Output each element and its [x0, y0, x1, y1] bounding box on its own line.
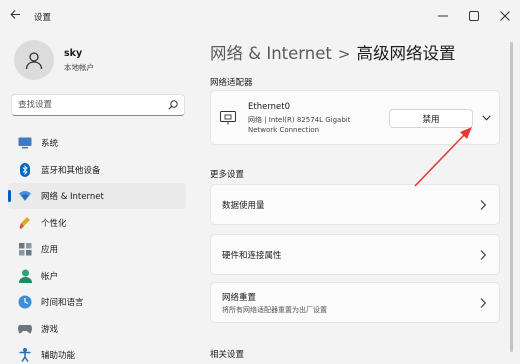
chevron-right-icon	[480, 200, 487, 210]
search-icon	[168, 100, 178, 110]
gaming-icon	[18, 322, 32, 336]
disable-button[interactable]: 禁用	[389, 109, 473, 128]
sidebar-item-bluetooth[interactable]: 蓝牙和其他设备	[8, 157, 186, 183]
window-controls	[427, 0, 520, 32]
maximize-button[interactable]	[458, 0, 489, 32]
breadcrumb-parent[interactable]: 网络 & Internet	[210, 44, 332, 63]
sidebar-item-system[interactable]: 系统	[8, 130, 186, 156]
account-type: 本地帐户	[64, 62, 94, 72]
sidebar-item-apps[interactable]: 应用	[8, 236, 186, 262]
sidebar-item-network[interactable]: 网络 & Internet	[8, 183, 186, 209]
sidebar-item-label: 游戏	[41, 324, 59, 335]
chevron-right-icon	[480, 250, 487, 260]
sidebar-item-label: 时间和语言	[41, 298, 84, 308]
bluetooth-icon	[18, 162, 32, 177]
sidebar-item-gaming[interactable]: 游戏	[8, 316, 186, 342]
sidebar-item-label: 蓝牙和其他设备	[41, 165, 101, 176]
nav-list: 系统 蓝牙和其他设备 网络 & Internet 个性化 应用 帐户 时间和语言…	[8, 130, 186, 364]
avatar	[14, 40, 54, 80]
adapter-name: Ethernet0	[248, 102, 291, 112]
adapter-description: 网络 | Intel(R) 82574L Gigabit Network Con…	[248, 116, 351, 134]
row-label: 硬件和连接属性	[222, 251, 282, 261]
minimize-icon	[437, 15, 448, 17]
row-label: 网络重置	[222, 293, 257, 303]
sidebar-item-label: 辅助功能	[41, 351, 76, 361]
user-icon	[25, 52, 43, 70]
sidebar-item-label: 应用	[41, 245, 59, 255]
expand-button[interactable]	[477, 109, 495, 127]
breadcrumb: 网络 & Internet > 高级网络设置	[210, 40, 455, 64]
sidebar-item-label: 个性化	[41, 218, 67, 229]
close-button[interactable]	[489, 0, 520, 32]
section-title-related: 相关设置	[210, 350, 245, 360]
sidebar-item-accessibility[interactable]: 辅助功能	[8, 342, 186, 364]
sidebar-item-time-language[interactable]: 时间和语言	[8, 289, 186, 315]
accounts-icon	[18, 269, 32, 283]
personalization-icon	[18, 216, 32, 230]
section-title-more-settings: 更多设置	[210, 170, 245, 180]
chevron-right-icon	[480, 298, 487, 308]
search-box[interactable]	[11, 94, 185, 116]
sidebar-item-label: 网络 & Internet	[41, 192, 104, 202]
system-icon	[18, 136, 32, 150]
main-content: 网络 & Internet > 高级网络设置 网络适配器 Ethernet0 网络 …	[197, 32, 520, 364]
ethernet-icon	[220, 111, 236, 125]
network-reset-row[interactable]: 网络重置 将所有网络适配器重置为出厂设置	[210, 282, 500, 323]
section-title-adapters: 网络适配器	[210, 78, 253, 88]
scrollbar[interactable]	[510, 42, 513, 352]
chevron-down-icon	[481, 115, 491, 121]
breadcrumb-separator: >	[337, 45, 351, 63]
minimize-button[interactable]	[427, 0, 458, 32]
sidebar-item-label: 系统	[41, 139, 59, 149]
data-usage-row[interactable]: 数据使用量	[210, 184, 500, 225]
row-label: 数据使用量	[222, 201, 265, 211]
user-info: sky 本地帐户	[64, 48, 94, 73]
page-title: 高级网络设置	[356, 44, 456, 63]
accessibility-icon	[18, 348, 32, 362]
sidebar-item-personalization[interactable]: 个性化	[8, 210, 186, 236]
back-arrow-icon	[9, 10, 20, 19]
apps-icon	[18, 242, 32, 256]
app-title: 设置	[34, 13, 52, 23]
title-bar: 设置	[0, 0, 520, 32]
user-name: sky	[64, 47, 83, 59]
network-icon	[18, 189, 32, 203]
row-description: 将所有网络适配器重置为出厂设置	[222, 306, 327, 314]
hardware-properties-row[interactable]: 硬件和连接属性	[210, 234, 500, 275]
maximize-icon	[468, 11, 479, 21]
close-icon	[499, 11, 510, 21]
user-profile[interactable]: sky 本地帐户	[14, 40, 94, 80]
sidebar-item-accounts[interactable]: 帐户	[8, 263, 186, 289]
adapter-card-ethernet0[interactable]: Ethernet0 网络 | Intel(R) 82574L Gigabit N…	[210, 90, 500, 145]
time-language-icon	[18, 295, 32, 309]
search-input[interactable]	[18, 100, 168, 110]
sidebar-item-label: 帐户	[41, 271, 59, 282]
back-button[interactable]	[8, 9, 22, 23]
sidebar: sky 本地帐户 系统 蓝牙和其他设备 网络 & Internet	[0, 32, 197, 364]
